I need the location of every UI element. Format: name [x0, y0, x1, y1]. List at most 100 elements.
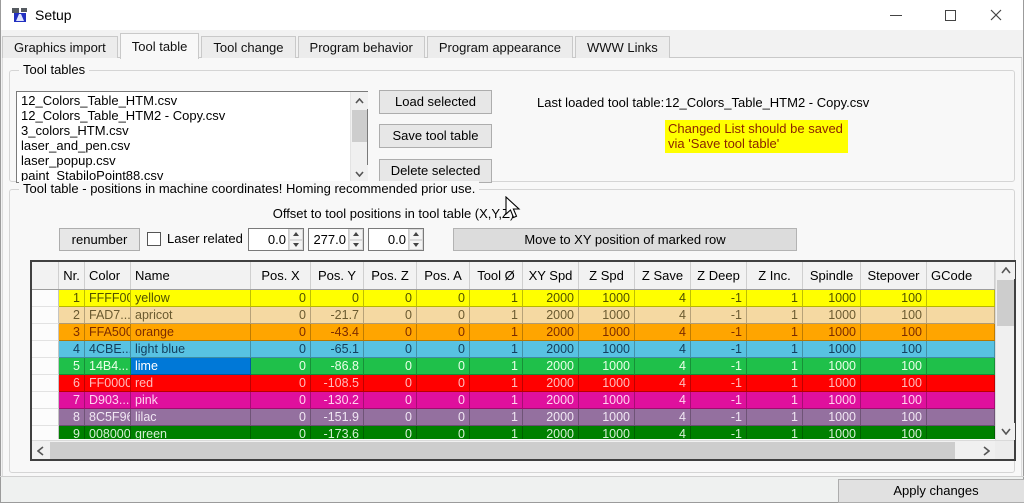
cell-pos_y[interactable]: 0 [311, 290, 364, 307]
file-list-scrollbar[interactable] [350, 92, 367, 182]
cell-z_spd[interactable]: 1000 [579, 392, 635, 409]
cell-z_save[interactable]: 4 [635, 409, 691, 426]
cell-pos_y[interactable]: -86.8 [311, 358, 364, 375]
cell-tool_dia[interactable]: 1 [470, 392, 523, 409]
cell-spindle[interactable]: 1000 [803, 409, 861, 426]
list-item[interactable]: paint_StabiloPoint88.csv [17, 168, 350, 182]
cell-stepover[interactable]: 100 [861, 307, 927, 324]
cell-z_spd[interactable]: 1000 [579, 375, 635, 392]
cell-pos_x[interactable]: 0 [251, 324, 311, 341]
offset-x-value[interactable]: 0.0 [249, 229, 288, 250]
scrollbar-thumb[interactable] [50, 442, 955, 459]
spin-up-icon[interactable] [409, 229, 423, 240]
cell-z_save[interactable]: 4 [635, 375, 691, 392]
cell-z_inc[interactable]: 1 [747, 409, 803, 426]
cell-pos_z[interactable]: 0 [364, 358, 417, 375]
spin-up-icon[interactable] [289, 229, 303, 240]
cell-z_deep[interactable]: -1 [691, 426, 747, 439]
scroll-down-icon[interactable] [351, 165, 368, 182]
cell-z_save[interactable]: 4 [635, 290, 691, 307]
cell-z_spd[interactable]: 1000 [579, 290, 635, 307]
cell-pos_a[interactable]: 0 [417, 375, 470, 392]
cell-pos_x[interactable]: 0 [251, 409, 311, 426]
renumber-button[interactable]: renumber [59, 228, 140, 251]
cell-stepover[interactable]: 100 [861, 358, 927, 375]
cell-stepover[interactable]: 100 [861, 341, 927, 358]
list-item[interactable]: laser_popup.csv [17, 153, 350, 168]
column-header-z_spd[interactable]: Z Spd [579, 262, 635, 289]
list-item[interactable]: 3_colors_HTM.csv [17, 123, 350, 138]
cell-pos_y[interactable]: -151.9 [311, 409, 364, 426]
cell-pos_x[interactable]: 0 [251, 375, 311, 392]
cell-gcode[interactable] [927, 290, 995, 307]
cell-z_inc[interactable]: 1 [747, 324, 803, 341]
cell-z_inc[interactable]: 1 [747, 375, 803, 392]
cell-spindle[interactable]: 1000 [803, 307, 861, 324]
cell-gcode[interactable] [927, 409, 995, 426]
cell-color[interactable]: 14B4... [85, 358, 131, 375]
list-item[interactable]: 12_Colors_Table_HTM2 - Copy.csv [17, 108, 350, 123]
cell-spindle[interactable]: 1000 [803, 392, 861, 409]
row-header-cell[interactable] [32, 341, 59, 358]
cell-color[interactable]: 8C5F96 [85, 409, 131, 426]
tool-table-file-list[interactable]: 12_Colors_Table_HTM.csv12_Colors_Table_H… [16, 91, 368, 183]
save-tool-table-button[interactable]: Save tool table [379, 124, 492, 148]
cell-z_spd[interactable]: 1000 [579, 341, 635, 358]
cell-stepover[interactable]: 100 [861, 426, 927, 439]
cell-gcode[interactable] [927, 375, 995, 392]
cell-spindle[interactable]: 1000 [803, 358, 861, 375]
cell-xy_spd[interactable]: 2000 [523, 290, 579, 307]
column-header-z_inc[interactable]: Z Inc. [747, 262, 803, 289]
cell-color[interactable]: 4CBE... [85, 341, 131, 358]
cell-name[interactable]: orange [131, 324, 251, 341]
cell-gcode[interactable] [927, 358, 995, 375]
row-header-cell[interactable] [32, 409, 59, 426]
cell-nr[interactable]: 7 [59, 392, 85, 409]
minimize-button[interactable] [873, 0, 918, 30]
offset-x-spinner[interactable]: 0.0 [248, 228, 304, 251]
cell-stepover[interactable]: 100 [861, 375, 927, 392]
cell-pos_z[interactable]: 0 [364, 324, 417, 341]
tab-program-appearance[interactable]: Program appearance [427, 36, 573, 58]
cell-pos_a[interactable]: 0 [417, 341, 470, 358]
cell-z_inc[interactable]: 1 [747, 358, 803, 375]
cell-color[interactable]: FFFF00 [85, 290, 131, 307]
cell-z_deep[interactable]: -1 [691, 409, 747, 426]
cell-nr[interactable]: 3 [59, 324, 85, 341]
row-header-cell[interactable] [32, 375, 59, 392]
cell-xy_spd[interactable]: 2000 [523, 358, 579, 375]
column-header-pos_x[interactable]: Pos. X [251, 262, 311, 289]
cell-tool_dia[interactable]: 1 [470, 290, 523, 307]
cell-z_deep[interactable]: -1 [691, 341, 747, 358]
offset-y-spinner[interactable]: 277.0 [308, 228, 364, 251]
column-header-gcode[interactable]: GCode [927, 262, 995, 289]
cell-gcode[interactable] [927, 392, 995, 409]
cell-pos_a[interactable]: 0 [417, 426, 470, 439]
cell-nr[interactable]: 4 [59, 341, 85, 358]
cell-pos_x[interactable]: 0 [251, 426, 311, 439]
cell-pos_z[interactable]: 0 [364, 307, 417, 324]
cell-tool_dia[interactable]: 1 [470, 324, 523, 341]
cell-pos_x[interactable]: 0 [251, 290, 311, 307]
scroll-up-icon[interactable] [351, 92, 368, 109]
cell-z_save[interactable]: 4 [635, 341, 691, 358]
scroll-down-icon[interactable] [996, 423, 1015, 440]
column-header-stepover[interactable]: Stepover [861, 262, 927, 289]
cell-name[interactable]: light blue [131, 341, 251, 358]
cell-pos_a[interactable]: 0 [417, 324, 470, 341]
spin-down-icon[interactable] [409, 240, 423, 251]
cell-tool_dia[interactable]: 1 [470, 341, 523, 358]
column-header-tool_dia[interactable]: Tool Ø [470, 262, 523, 289]
spin-up-icon[interactable] [349, 229, 363, 240]
cell-spindle[interactable]: 1000 [803, 290, 861, 307]
offset-z-value[interactable]: 0.0 [369, 229, 408, 250]
spin-down-icon[interactable] [349, 240, 363, 251]
cell-z_spd[interactable]: 1000 [579, 358, 635, 375]
grid-horizontal-scrollbar[interactable] [32, 441, 995, 459]
tab-tool-change[interactable]: Tool change [201, 36, 295, 58]
cell-z_save[interactable]: 4 [635, 324, 691, 341]
cell-pos_x[interactable]: 0 [251, 358, 311, 375]
cell-pos_a[interactable]: 0 [417, 358, 470, 375]
cell-xy_spd[interactable]: 2000 [523, 341, 579, 358]
cell-pos_a[interactable]: 0 [417, 409, 470, 426]
